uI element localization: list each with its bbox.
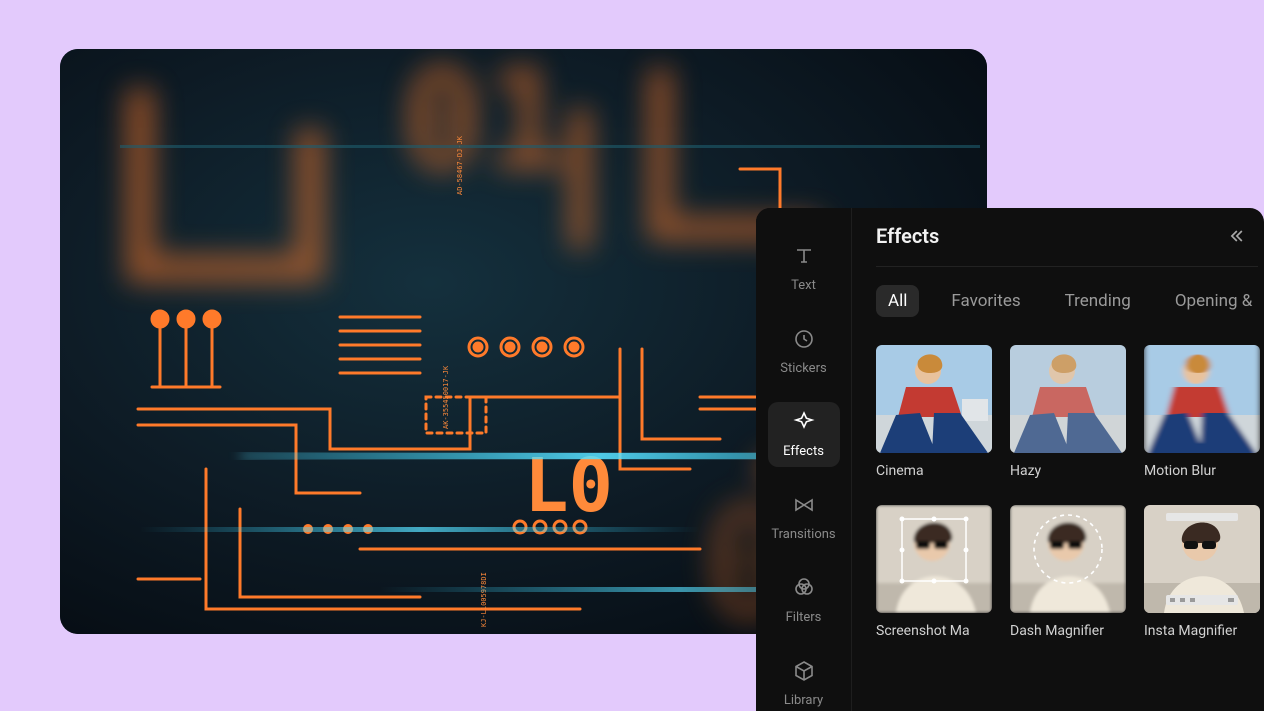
- sidebar-item-label: Stickers: [780, 361, 826, 376]
- effects-panel: Text Stickers Effects Transitions: [756, 208, 1264, 711]
- sidebar-item-label: Text: [791, 278, 816, 293]
- effect-card-dash-magnifier[interactable]: Dash Magnifier: [1010, 505, 1126, 639]
- svg-text:AD-58467-DJ-JK: AD-58467-DJ-JK: [456, 135, 464, 195]
- sidebar-item-label: Library: [784, 693, 823, 708]
- effect-card-cinema[interactable]: Cinema: [876, 345, 992, 479]
- panel-title: Effects: [876, 224, 939, 248]
- sparkle-icon: [792, 410, 816, 438]
- effects-grid: Cinema: [876, 345, 1264, 639]
- divider: [876, 266, 1258, 267]
- sidebar-item-stickers[interactable]: Stickers: [768, 319, 840, 384]
- effect-thumbnail: [876, 345, 992, 453]
- tab-all[interactable]: All: [876, 285, 919, 317]
- sidebar-item-label: Effects: [783, 444, 824, 459]
- panel-main: Effects All Favorites Trending Opening &: [852, 208, 1264, 711]
- effect-label: Insta Magnifier: [1144, 623, 1260, 639]
- collapse-panel-button[interactable]: [1226, 226, 1246, 246]
- effect-label: Cinema: [876, 463, 992, 479]
- svg-text:01: 01: [400, 49, 569, 203]
- effect-thumbnail: [1010, 345, 1126, 453]
- effect-card-insta-magnifier[interactable]: Insta Magnifier: [1144, 505, 1260, 639]
- effect-card-motion-blur[interactable]: Motion Blur: [1144, 345, 1260, 479]
- text-icon: [792, 244, 816, 272]
- effect-label: Screenshot Ma: [876, 623, 992, 639]
- panel-sidebar: Text Stickers Effects Transitions: [756, 208, 852, 711]
- effect-card-screenshot-magnifier[interactable]: Screenshot Ma: [876, 505, 992, 639]
- cube-icon: [792, 659, 816, 687]
- svg-text:KJ-L1005978DI: KJ-L1005978DI: [480, 572, 488, 627]
- effect-label: Motion Blur: [1144, 463, 1260, 479]
- sidebar-item-text[interactable]: Text: [768, 236, 840, 301]
- sidebar-item-filters[interactable]: Filters: [768, 568, 840, 633]
- effect-label: Dash Magnifier: [1010, 623, 1126, 639]
- effect-label: Hazy: [1010, 463, 1126, 479]
- tab-favorites[interactable]: Favorites: [939, 285, 1032, 317]
- sidebar-item-effects[interactable]: Effects: [768, 402, 840, 467]
- svg-text:AK-355450017-JK: AK-355450017-JK: [442, 365, 450, 429]
- sidebar-item-label: Filters: [786, 610, 822, 625]
- effect-thumbnail: [1144, 505, 1260, 613]
- effect-thumbnail: [876, 505, 992, 613]
- effect-thumbnail: [1010, 505, 1126, 613]
- tab-trending[interactable]: Trending: [1053, 285, 1143, 317]
- tab-opening[interactable]: Opening &: [1163, 285, 1264, 317]
- effect-thumbnail: [1144, 345, 1260, 453]
- sidebar-item-library[interactable]: Library: [768, 651, 840, 711]
- sidebar-item-label: Transitions: [771, 527, 835, 542]
- bowtie-icon: [792, 493, 816, 521]
- effect-card-hazy[interactable]: Hazy: [1010, 345, 1126, 479]
- sidebar-item-transitions[interactable]: Transitions: [768, 485, 840, 550]
- clock-icon: [792, 327, 816, 355]
- overlap-icon: [792, 576, 816, 604]
- category-tabs: All Favorites Trending Opening &: [876, 285, 1264, 317]
